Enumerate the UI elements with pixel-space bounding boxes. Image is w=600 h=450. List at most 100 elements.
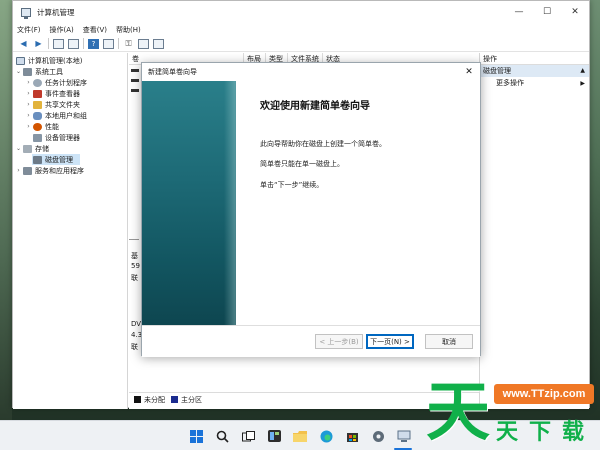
tree-local-users[interactable]: › 本地用户和组 bbox=[25, 110, 87, 121]
tree-services[interactable]: › 服务和应用程序 bbox=[15, 165, 84, 176]
volume-row[interactable] bbox=[131, 69, 139, 72]
disk-0-label-1: 基 bbox=[131, 252, 138, 260]
tree-shared-folders-label: 共享文件夹 bbox=[45, 100, 80, 109]
file-explorer-icon[interactable] bbox=[292, 428, 308, 444]
menu-bar: 文件(F) 操作(A) 查看(V) 帮助(H) bbox=[13, 23, 589, 36]
chevron-right-icon[interactable]: › bbox=[25, 112, 32, 119]
event-viewer-icon bbox=[33, 89, 42, 98]
chevron-right-icon[interactable]: › bbox=[25, 90, 32, 97]
minimize-button[interactable]: — bbox=[505, 1, 533, 23]
computer-management-icon bbox=[21, 7, 31, 19]
wizard-continue-text: 单击“下一步”继续。 bbox=[260, 181, 324, 189]
users-icon bbox=[33, 111, 42, 120]
export-list-icon[interactable] bbox=[103, 38, 114, 49]
tree-root-label: 计算机管理(本地) bbox=[28, 56, 83, 65]
tree-root[interactable]: 计算机管理(本地) bbox=[15, 55, 82, 66]
tree-task-scheduler[interactable]: › 任务计划程序 bbox=[25, 77, 87, 88]
details-icon[interactable] bbox=[153, 38, 164, 49]
collapse-up-icon[interactable]: ▲ bbox=[580, 65, 585, 77]
tree-performance[interactable]: › 性能 bbox=[25, 121, 59, 132]
actions-disk-management-label: 磁盘管理 bbox=[483, 67, 511, 75]
computer-icon bbox=[16, 56, 25, 65]
toolbar-separator bbox=[118, 38, 119, 49]
tree-shared-folders[interactable]: › 共享文件夹 bbox=[25, 99, 80, 110]
actions-pane: 操作 磁盘管理 ▲ 更多操作 ▶ bbox=[479, 53, 589, 409]
volume-row[interactable] bbox=[131, 89, 139, 92]
volume-row[interactable] bbox=[131, 79, 139, 82]
services-icon bbox=[23, 166, 32, 175]
menu-action[interactable]: 操作(A) bbox=[50, 25, 74, 35]
unallocated-swatch bbox=[134, 396, 141, 403]
tree-system-tools-label: 系统工具 bbox=[35, 67, 63, 76]
cancel-button[interactable]: 取消 bbox=[425, 334, 473, 349]
store-icon[interactable] bbox=[344, 428, 360, 444]
connect-icon[interactable] bbox=[138, 38, 149, 49]
computer-management-taskbar-icon[interactable] bbox=[396, 428, 412, 444]
folder-icon bbox=[33, 100, 42, 109]
start-icon[interactable] bbox=[188, 428, 204, 444]
watermark-logo: 天 www.TTzip.com 天 下 载 bbox=[424, 376, 600, 450]
chevron-right-icon[interactable]: › bbox=[25, 101, 32, 108]
settings-gear-icon[interactable] bbox=[370, 428, 386, 444]
legend-primary: 主分区 bbox=[181, 395, 202, 404]
title-bar[interactable]: 计算机管理 — ☐ ✕ bbox=[13, 1, 589, 23]
chevron-down-icon[interactable]: ⌄ bbox=[15, 145, 22, 152]
chevron-right-icon[interactable]: › bbox=[15, 167, 22, 174]
back-arrow-icon[interactable]: ◀ bbox=[18, 39, 29, 49]
watermark-char-1: 天 bbox=[496, 420, 519, 445]
device-manager-icon bbox=[33, 133, 42, 142]
menu-help[interactable]: 帮助(H) bbox=[116, 25, 141, 35]
close-button[interactable]: ✕ bbox=[561, 1, 589, 23]
tree-event-viewer[interactable]: › 事件查看器 bbox=[25, 88, 80, 99]
actions-disk-management[interactable]: 磁盘管理 ▲ bbox=[480, 65, 589, 77]
toolbar-separator bbox=[83, 38, 84, 49]
tree-services-label: 服务和应用程序 bbox=[35, 166, 84, 175]
tree-storage-label: 存储 bbox=[35, 144, 49, 153]
disk-0-label-2: 59 bbox=[131, 262, 140, 270]
chevron-right-icon[interactable]: › bbox=[25, 79, 32, 86]
wizard-intro-text: 此向导帮助你在磁盘上创建一个简单卷。 bbox=[260, 140, 386, 148]
tree-task-scheduler-label: 任务计划程序 bbox=[45, 78, 87, 87]
disk-icon bbox=[33, 155, 42, 164]
task-view-icon[interactable] bbox=[240, 428, 256, 444]
chevron-right-icon[interactable]: ▶ bbox=[580, 77, 585, 90]
storage-icon bbox=[23, 144, 32, 153]
disk-separator bbox=[129, 239, 139, 240]
chevron-down-icon[interactable]: ⌄ bbox=[15, 68, 22, 75]
watermark-url: www.TTzip.com bbox=[494, 384, 594, 404]
wizard-title-bar[interactable]: 新建简单卷向导 bbox=[142, 63, 480, 81]
menu-file[interactable]: 文件(F) bbox=[17, 25, 41, 35]
tree-system-tools[interactable]: ⌄ 系统工具 bbox=[15, 66, 63, 77]
search-icon[interactable] bbox=[214, 428, 230, 444]
wizard-close-button[interactable]: ✕ bbox=[461, 63, 477, 81]
tree-device-manager-label: 设备管理器 bbox=[45, 133, 80, 142]
primary-swatch bbox=[171, 396, 178, 403]
actions-more[interactable]: 更多操作 ▶ bbox=[480, 77, 589, 90]
desktop-wallpaper-edge bbox=[0, 0, 12, 420]
tree-disk-management[interactable]: 磁盘管理 bbox=[32, 154, 80, 165]
tools-icon bbox=[23, 67, 32, 76]
widgets-icon[interactable] bbox=[266, 428, 282, 444]
tree-storage[interactable]: ⌄ 存储 bbox=[15, 143, 49, 154]
tree-device-manager[interactable]: 设备管理器 bbox=[32, 132, 80, 143]
menu-view[interactable]: 查看(V) bbox=[83, 25, 107, 35]
console-tree-icon[interactable] bbox=[53, 38, 64, 49]
wizard-heading: 欢迎使用新建简单卷向导 bbox=[260, 101, 370, 112]
help-icon[interactable]: ? bbox=[88, 38, 99, 49]
chevron-right-icon[interactable]: › bbox=[25, 123, 32, 130]
tree-disk-management-label: 磁盘管理 bbox=[45, 155, 73, 164]
clock-icon bbox=[33, 78, 42, 87]
forward-arrow-icon[interactable]: ▶ bbox=[33, 39, 44, 49]
key-icon[interactable]: ⚿ bbox=[123, 39, 134, 49]
legend-unallocated: 未分配 bbox=[144, 395, 165, 404]
tree-local-users-label: 本地用户和组 bbox=[45, 111, 87, 120]
toolbar-separator bbox=[48, 38, 49, 49]
properties-icon[interactable] bbox=[68, 38, 79, 49]
watermark-char-3: 载 bbox=[562, 420, 585, 445]
performance-icon bbox=[33, 122, 42, 131]
maximize-button[interactable]: ☐ bbox=[533, 1, 561, 23]
next-button[interactable]: 下一页(N) > bbox=[366, 334, 414, 349]
edge-icon[interactable] bbox=[318, 428, 334, 444]
cdrom-label-1: DV bbox=[131, 320, 142, 328]
back-button[interactable]: < 上一步(B) bbox=[315, 334, 363, 349]
